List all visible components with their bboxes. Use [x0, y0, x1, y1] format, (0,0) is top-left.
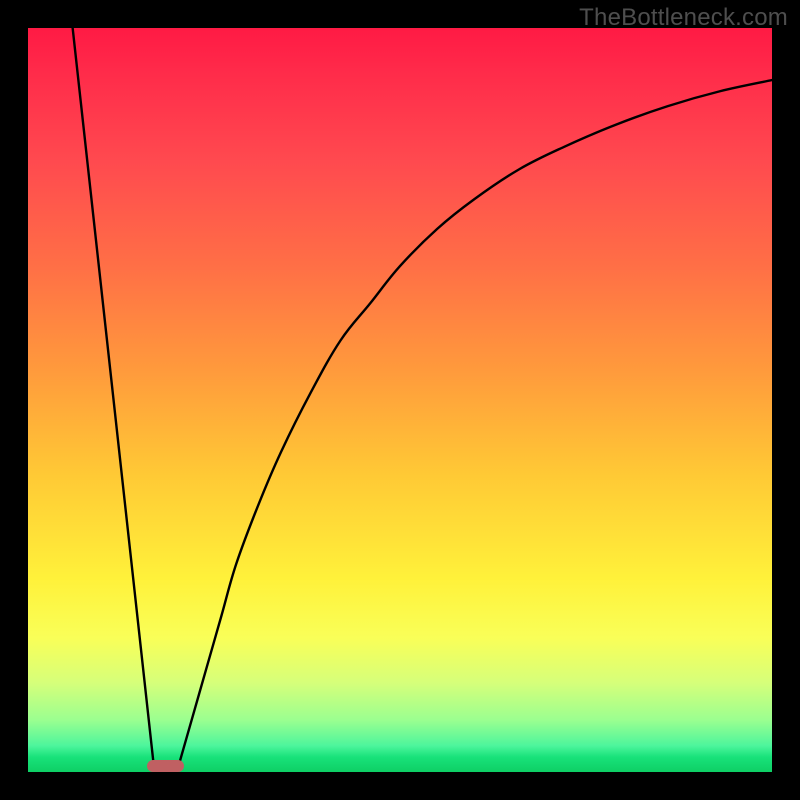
- optimal-marker: [147, 760, 184, 772]
- curve-left-branch: [73, 28, 155, 772]
- watermark-text: TheBottleneck.com: [579, 4, 788, 32]
- curve-right-branch: [177, 80, 772, 772]
- chart-frame: TheBottleneck.com: [0, 0, 800, 800]
- curve-layer: [28, 28, 772, 772]
- plot-area: [28, 28, 772, 772]
